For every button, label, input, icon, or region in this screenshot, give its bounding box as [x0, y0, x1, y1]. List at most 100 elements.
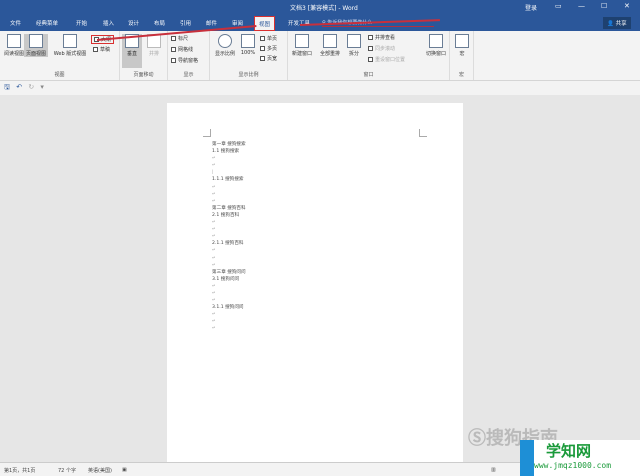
document-paragraph[interactable]: ↵ [212, 255, 246, 262]
new-window-button[interactable]: 新建窗口 [288, 34, 316, 57]
save-icon[interactable]: 🖫 [4, 83, 10, 91]
page-100-icon [241, 34, 255, 48]
login-button[interactable]: 登录 [525, 3, 537, 12]
language[interactable]: 英语(美国) [88, 467, 112, 474]
tab-classic-menu[interactable]: 经典菜单 [36, 19, 58, 27]
arrange-all-button[interactable]: 全部重排 [316, 34, 344, 57]
label: 标尺 [178, 36, 189, 42]
tab-mailings[interactable]: 邮件 [206, 19, 217, 27]
document-paragraph[interactable]: 3.1.1 搜狗问问 [212, 304, 246, 311]
tab-file[interactable]: 文件 [10, 19, 21, 27]
read-mode-icon [7, 34, 21, 48]
document-paragraph[interactable]: ↵ [212, 247, 246, 254]
close-button[interactable]: ✕ [624, 2, 630, 10]
label: 页宽 [267, 56, 278, 62]
tab-references[interactable]: 引用 [180, 19, 191, 27]
tab-view[interactable]: 视图 [254, 16, 276, 31]
document-paragraph[interactable]: ↵ [212, 219, 246, 226]
document-paragraph[interactable]: ↵ [212, 262, 246, 269]
person-icon: 👤 [607, 21, 614, 27]
gridlines-checkbox[interactable]: 网格线 [171, 46, 193, 53]
label: 阅读视图 [3, 51, 24, 57]
document-paragraph[interactable]: 第二章 搜狗百科 [212, 205, 246, 212]
split-icon [347, 34, 361, 48]
web-layout-button[interactable]: Web 版式视图 [50, 34, 90, 57]
side-by-side-icon [368, 35, 373, 40]
document-paragraph[interactable]: ↵ [212, 318, 246, 325]
checkbox [171, 58, 176, 63]
minimize-button[interactable]: — [578, 2, 585, 10]
macro-record-icon[interactable]: ▣ [122, 467, 127, 473]
document-body[interactable]: 第一章 搜狗搜索 1.1 搜狗搜索 ↵ ↵ | 1.1.1 搜狗搜索 ↵ ↵ ↵ 第二章 搜狗百科… [212, 141, 246, 333]
document-paragraph[interactable]: 1.1.1 搜狗搜索 [212, 176, 246, 183]
label: 同步滚动 [375, 46, 396, 52]
ruler-checkbox[interactable]: 标尺 [171, 35, 188, 42]
maximize-button[interactable]: ☐ [601, 2, 607, 10]
document-paragraph[interactable]: ↵ [212, 290, 246, 297]
undo-icon[interactable]: ↶ [16, 83, 22, 91]
tab-layout[interactable]: 布局 [154, 19, 165, 27]
page-count[interactable]: 第1页，共1页 [4, 467, 35, 474]
document-paragraph[interactable]: ↵ [212, 283, 246, 290]
label: 切换窗口 [425, 51, 446, 57]
page-width-button[interactable]: 页宽 [260, 55, 277, 62]
document-paragraph[interactable]: ↵ [212, 155, 246, 162]
window-title: 文档3 [兼容模式] - Word [290, 5, 358, 12]
side-to-side-button[interactable]: 并排 [144, 34, 164, 57]
document-paragraph[interactable]: 2.1 搜狗百科 [212, 212, 246, 219]
print-layout-button[interactable]: 页面视图 [24, 34, 48, 57]
multiple-pages-button[interactable]: 多页 [260, 45, 277, 52]
document-paragraph[interactable]: ↵ [212, 184, 246, 191]
group-label: 显示比例 [238, 72, 259, 78]
one-page-button[interactable]: 单页 [260, 35, 277, 42]
document-paragraph[interactable]: | [212, 169, 246, 176]
document-paragraph[interactable]: 2.1.1 搜狗百科 [212, 240, 246, 247]
sync-scroll-button[interactable]: 同步滚动 [368, 45, 395, 52]
split-button[interactable]: 拆分 [344, 34, 364, 57]
document-paragraph[interactable]: ↵ [212, 191, 246, 198]
customize-toolbar-icon[interactable]: ▾ [40, 83, 44, 91]
document-paragraph[interactable]: 第一章 搜狗搜索 [212, 141, 246, 148]
switch-windows-button[interactable]: 切换窗口 [422, 34, 450, 57]
navigation-pane-checkbox[interactable]: 导航窗格 [171, 57, 198, 64]
document-paragraph[interactable]: 1.1 搜狗搜索 [212, 148, 246, 155]
document-paragraph[interactable]: ↵ [212, 233, 246, 240]
label: 页面视图 [25, 51, 46, 57]
one-page-icon [260, 36, 265, 41]
label: 100% [240, 50, 256, 56]
macros-button[interactable]: 宏 [452, 34, 472, 57]
read-mode-view-icon[interactable]: ▥ [491, 467, 496, 473]
document-paragraph[interactable]: 第三章 搜狗问问 [212, 269, 246, 276]
view-side-by-side-button[interactable]: 并排查看 [368, 34, 395, 41]
crop-mark [419, 129, 427, 137]
group-window: 新建窗口 全部重排 拆分 并排查看 同步滚动 重设窗口位置 切换窗口 窗口 [288, 31, 450, 80]
label: 重设窗口位置 [375, 57, 406, 63]
zoom-100-button[interactable]: 100% [238, 34, 258, 56]
group-show: 标尺 网格线 导航窗格 显示 [168, 31, 210, 80]
arrange-icon [323, 34, 337, 48]
document-paragraph[interactable]: ↵ [212, 325, 246, 332]
redo-icon[interactable]: ↻ [28, 83, 34, 91]
draft-icon [93, 47, 98, 52]
tab-design[interactable]: 设计 [128, 19, 139, 27]
document-paragraph[interactable]: ↵ [212, 297, 246, 304]
vertical-button[interactable]: 垂直 [122, 34, 142, 68]
word-count[interactable]: 72 个字 [58, 467, 76, 474]
tab-insert[interactable]: 插入 [103, 19, 114, 27]
document-paragraph[interactable]: 3.1 搜狗问问 [212, 276, 246, 283]
read-mode-button[interactable]: 阅读视图 [2, 34, 26, 57]
document-paragraph[interactable]: ↵ [212, 311, 246, 318]
ribbon-display-options-button[interactable]: ▭ [555, 2, 562, 10]
share-button[interactable]: 👤 共享 [603, 17, 631, 29]
reset-window-button[interactable]: 重设窗口位置 [368, 56, 405, 63]
label: 新建窗口 [291, 51, 312, 57]
document-page[interactable]: 第一章 搜狗搜索 1.1 搜狗搜索 ↵ ↵ | 1.1.1 搜狗搜索 ↵ ↵ ↵ 第二章 搜狗百科… [167, 103, 463, 463]
tab-home[interactable]: 开始 [76, 19, 87, 27]
document-paragraph[interactable]: ↵ [212, 198, 246, 205]
document-paragraph[interactable]: ↵ [212, 226, 246, 233]
group-label: 视图 [54, 72, 65, 78]
print-layout-icon [29, 34, 43, 48]
document-paragraph[interactable]: ↵ [212, 162, 246, 169]
draft-button[interactable]: 草稿 [93, 46, 110, 53]
zoom-button[interactable]: 显示比例 [213, 34, 237, 57]
